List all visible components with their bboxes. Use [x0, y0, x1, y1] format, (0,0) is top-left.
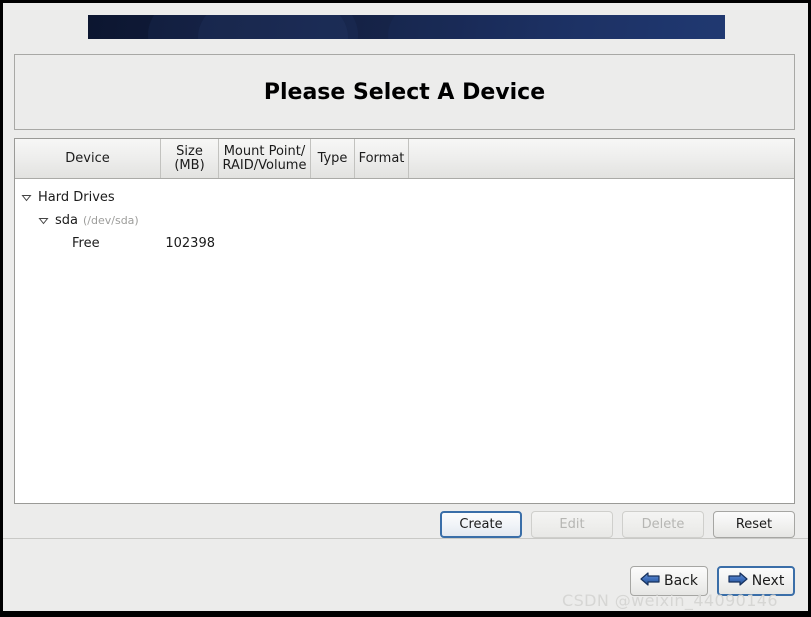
table-row[interactable]: Free 102398 [15, 232, 794, 255]
column-header-size[interactable]: Size (MB) [161, 139, 219, 178]
delete-button: Delete [622, 511, 704, 538]
banner-area [3, 3, 808, 39]
row-device-path: (/dev/sda) [83, 214, 139, 227]
column-header-mount-line1: Mount Point/ [223, 143, 306, 159]
column-header-size-line2: (MB) [174, 157, 205, 173]
column-header-type[interactable]: Type [311, 139, 355, 178]
installer-window: Please Select A Device Device Size (MB) … [3, 3, 808, 611]
column-header-device[interactable]: Device [15, 139, 161, 178]
arrow-right-icon [728, 571, 748, 591]
create-button[interactable]: Create [440, 511, 522, 538]
table-body: Hard Drives sda (/dev/sda) Free 102398 [15, 179, 794, 255]
edit-button: Edit [531, 511, 613, 538]
row-device-label: Hard Drives [38, 190, 115, 205]
banner-swoosh-2 [198, 15, 348, 39]
cell-device: Free [15, 236, 161, 251]
chevron-down-icon[interactable] [20, 191, 33, 204]
reset-button[interactable]: Reset [713, 511, 795, 538]
chevron-down-icon[interactable] [37, 214, 50, 227]
banner-swoosh-3 [388, 15, 725, 39]
device-action-buttons: Create Edit Delete Reset [14, 511, 795, 538]
back-button-label: Back [664, 573, 698, 589]
row-device-label: Free [72, 236, 100, 251]
table-row[interactable]: sda (/dev/sda) [15, 209, 794, 232]
cell-size: 102398 [165, 236, 215, 251]
column-header-filler [409, 139, 794, 178]
column-header-mount-point[interactable]: Mount Point/ RAID/Volume [219, 139, 311, 178]
page-title: Please Select A Device [263, 79, 546, 105]
column-header-mount-line2: RAID/Volume [222, 157, 307, 173]
arrow-left-icon [640, 571, 660, 591]
column-header-size-line1: Size [176, 143, 203, 159]
table-header-row: Device Size (MB) Mount Point/ RAID/Volum… [15, 139, 794, 179]
footer-divider [3, 538, 808, 539]
next-button-label: Next [751, 573, 785, 589]
cell-device: sda (/dev/sda) [15, 213, 161, 228]
title-panel: Please Select A Device [14, 54, 795, 130]
cell-device: Hard Drives [15, 190, 161, 205]
table-row[interactable]: Hard Drives [15, 186, 794, 209]
device-table: Device Size (MB) Mount Point/ RAID/Volum… [14, 138, 795, 504]
row-device-label: sda [55, 213, 78, 228]
watermark-text: CSDN @weixin_44090146 [562, 591, 778, 610]
column-header-format[interactable]: Format [355, 139, 409, 178]
product-banner [88, 15, 725, 39]
